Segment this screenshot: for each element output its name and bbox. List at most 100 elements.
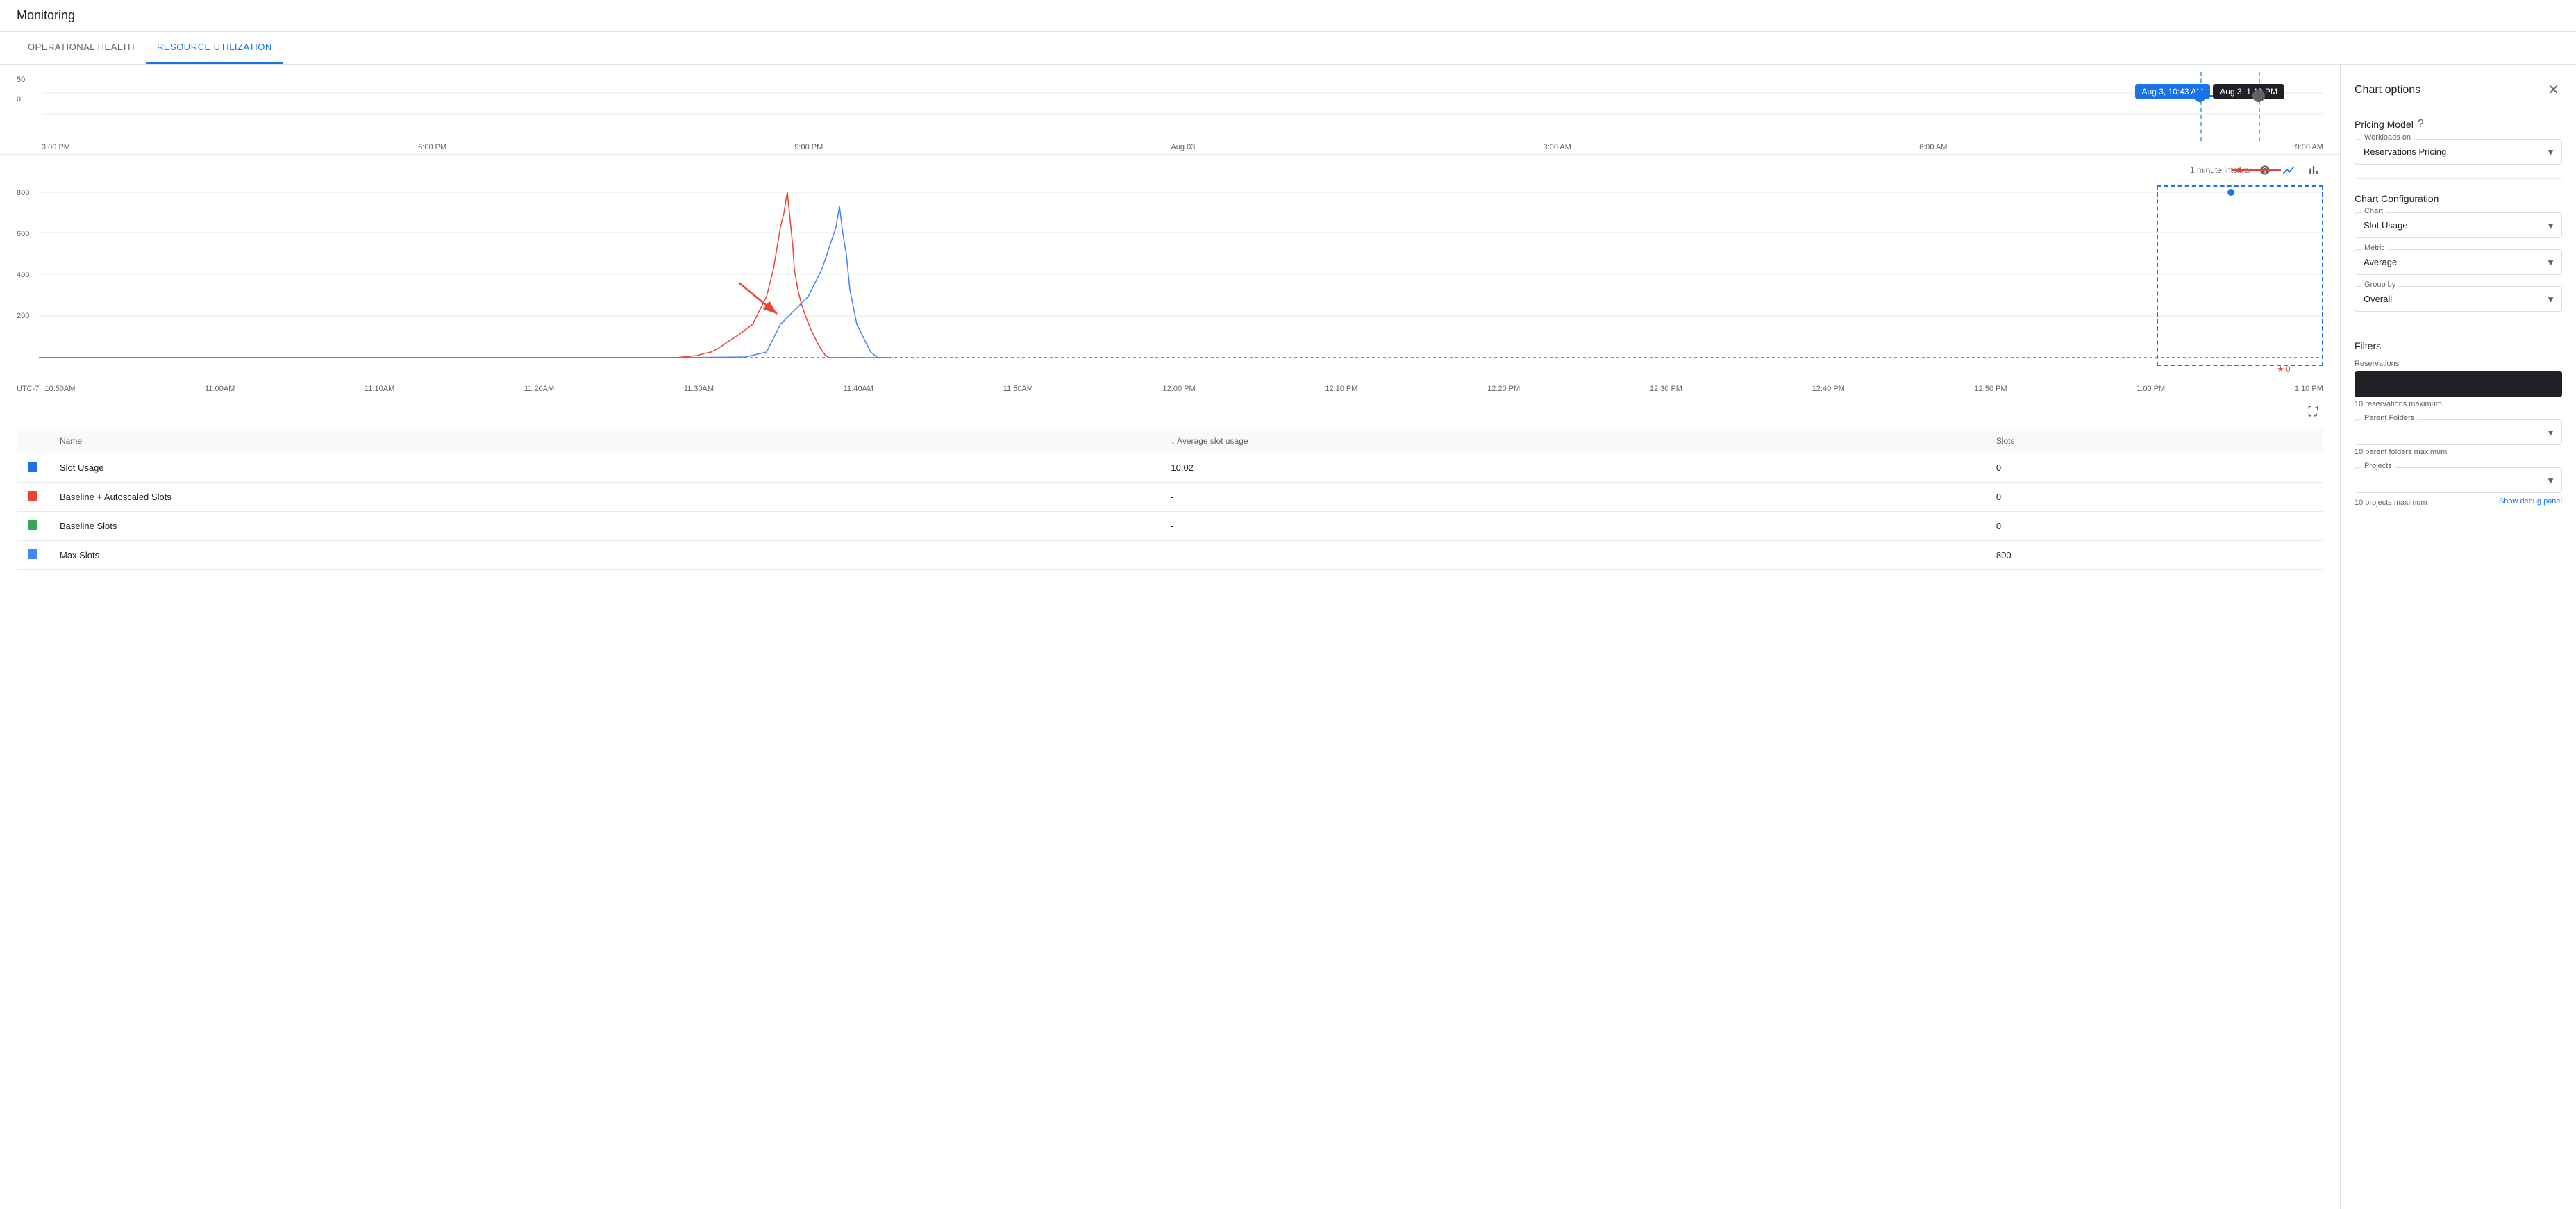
row-name-1: Slot Usage: [49, 453, 1160, 483]
tab-resource-utilization[interactable]: RESOURCE UTILIZATION: [146, 32, 283, 64]
chart-dropdown-field: Chart Slot Usage ▼: [2355, 212, 2562, 238]
row-slots-3: 0: [1985, 512, 2323, 541]
workloads-select[interactable]: Reservations Pricing: [2355, 139, 2562, 165]
range-handle-right[interactable]: [2252, 90, 2265, 102]
section-divider-1: [2355, 178, 2562, 179]
table-row: Max Slots - 800: [17, 541, 2323, 570]
col-indicator: [17, 429, 49, 453]
time-label-4: Aug 03: [1171, 143, 1195, 151]
parent-folders-filter: Parent Folders ▼ 10 parent folders maxim…: [2355, 419, 2562, 456]
row-name-2: Baseline + Autoscaled Slots: [49, 483, 1160, 512]
pricing-help-icon[interactable]: ?: [2418, 118, 2424, 131]
chart-config-label: Chart Configuration: [2355, 193, 2562, 204]
parent-folders-label: Parent Folders: [2361, 414, 2417, 422]
data-table: Name ↓ Average slot usage Slots Slot Usa…: [17, 429, 2323, 570]
projects-hint: 10 projects maximum: [2355, 499, 2427, 507]
group-by-select[interactable]: Overall: [2355, 286, 2562, 312]
row-name-3: Baseline Slots: [49, 512, 1160, 541]
mini-chart-y-labels: 50 0: [17, 76, 25, 103]
time-label-5: 3:00 AM: [1544, 143, 1571, 151]
panel-title: Chart options: [2355, 84, 2420, 97]
reservations-hint: 10 reservations maximum: [2355, 400, 2562, 408]
chart-config-section: Chart Configuration Chart Slot Usage ▼ M…: [2355, 193, 2562, 312]
row-avg-4: -: [1160, 541, 1984, 570]
row-indicator-2: [17, 483, 49, 512]
row-avg-1: 10.02: [1160, 453, 1984, 483]
projects-select[interactable]: [2355, 467, 2562, 493]
parent-folders-hint: 10 parent folders maximum: [2355, 448, 2562, 456]
utc-label: UTC-7: [17, 385, 39, 393]
col-name: Name: [49, 429, 1160, 453]
main-chart-wrapper: 800 600 400 200 ★ 0: [0, 185, 2340, 382]
row-slots-4: 800: [1985, 541, 2323, 570]
time-label-6: 6:00 AM: [1919, 143, 1947, 151]
projects-filter: Projects ▼ 10 projects maximum Show debu…: [2355, 467, 2562, 507]
filters-label: Filters: [2355, 340, 2562, 351]
chart-zoom-btn[interactable]: [2304, 401, 2323, 421]
table-header-row: Name ↓ Average slot usage Slots: [17, 429, 2323, 453]
svg-text:800: 800: [17, 189, 29, 197]
row-avg-3: -: [1160, 512, 1984, 541]
pricing-model-label: Pricing Model ?: [2355, 118, 2562, 131]
app-title: Monitoring: [17, 8, 75, 22]
metric-dropdown-field: Metric Average ▼: [2355, 249, 2562, 275]
row-slots-2: 0: [1985, 483, 2323, 512]
x-axis-row: UTC-7 10:50AM 11:00AM 11:10AM 11:20AM 11…: [0, 382, 2340, 399]
main-layout: 50 0 Aug 3, 10:43 AM Aug 3, 1:10 PM: [0, 65, 2576, 1209]
workloads-label: Workloads on: [2361, 133, 2414, 142]
debug-panel-link[interactable]: Show debug panel: [2499, 497, 2562, 506]
time-label-7: 9:00 AM: [2295, 143, 2323, 151]
y-label-50: 50: [17, 76, 25, 84]
parent-folders-select[interactable]: [2355, 419, 2562, 445]
col-slots: Slots: [1985, 429, 2323, 453]
table-row: Baseline Slots - 0: [17, 512, 2323, 541]
svg-text:★ 0: ★ 0: [2277, 365, 2291, 374]
filters-section: Filters Reservations 10 reservations max…: [2355, 340, 2562, 507]
group-by-label: Group by: [2361, 281, 2398, 289]
time-label-3: 9:00 PM: [794, 143, 823, 151]
svg-text:200: 200: [17, 312, 29, 320]
tab-operational-health[interactable]: OPERATIONAL HEALTH: [17, 32, 146, 64]
chart-area: 50 0 Aug 3, 10:43 AM Aug 3, 1:10 PM: [0, 65, 2340, 1209]
x-time-labels: 10:50AM 11:00AM 11:10AM 11:20AM 11:30AM …: [44, 385, 2323, 393]
row-indicator-1: [17, 453, 49, 483]
range-handle-left[interactable]: [2193, 90, 2206, 102]
col-avg-slot-usage[interactable]: ↓ Average slot usage: [1160, 429, 1984, 453]
reservations-filter-bar[interactable]: [2355, 371, 2562, 397]
chart-controls: [0, 399, 2340, 424]
interval-bar: 1 minute interval: [0, 155, 2340, 185]
row-avg-2: -: [1160, 483, 1984, 512]
table-row: Baseline + Autoscaled Slots - 0: [17, 483, 2323, 512]
tooltip-end: Aug 3, 1:10 PM: [2213, 84, 2284, 99]
main-chart-svg: 800 600 400 200 ★ 0: [17, 185, 2323, 380]
table-row: Slot Usage 10.02 0: [17, 453, 2323, 483]
reservations-filter-label: Reservations: [2355, 360, 2562, 371]
row-name-4: Max Slots: [49, 541, 1160, 570]
pricing-model-section: Pricing Model ? Workloads on Reservation…: [2355, 118, 2562, 165]
group-by-dropdown-field: Group by Overall ▼: [2355, 286, 2562, 312]
row-indicator-4: [17, 541, 49, 570]
mini-chart-container: 50 0 Aug 3, 10:43 AM Aug 3, 1:10 PM: [0, 65, 2340, 155]
time-label-1: 3:00 PM: [42, 143, 70, 151]
metric-label: Metric: [2361, 244, 2388, 252]
reservations-filter: Reservations 10 reservations maximum: [2355, 360, 2562, 408]
bar-chart-btn[interactable]: [2304, 160, 2323, 180]
app-header: Monitoring: [0, 0, 2576, 32]
data-table-container: Name ↓ Average slot usage Slots Slot Usa…: [0, 429, 2340, 570]
chart-select[interactable]: Slot Usage: [2355, 212, 2562, 238]
y-label-0: 0: [17, 95, 25, 103]
mini-time-axis: 3:00 PM 6:00 PM 9:00 PM Aug 03 3:00 AM 6…: [42, 143, 2323, 151]
arrow-annotation: [2229, 162, 2284, 178]
chart-label: Chart: [2361, 207, 2386, 215]
row-indicator-3: [17, 512, 49, 541]
row-slots-1: 0: [1985, 453, 2323, 483]
metric-select[interactable]: Average: [2355, 249, 2562, 275]
projects-footer: 10 projects maximum Show debug panel: [2355, 496, 2562, 507]
svg-text:600: 600: [17, 230, 29, 238]
projects-label: Projects: [2361, 462, 2395, 470]
close-panel-btn[interactable]: ✕: [2545, 78, 2562, 101]
right-panel: Chart options ✕ Pricing Model ? Workload…: [2340, 65, 2576, 1209]
mini-chart-svg: [42, 76, 2323, 131]
time-label-2: 6:00 PM: [418, 143, 446, 151]
panel-header: Chart options ✕: [2355, 78, 2562, 101]
